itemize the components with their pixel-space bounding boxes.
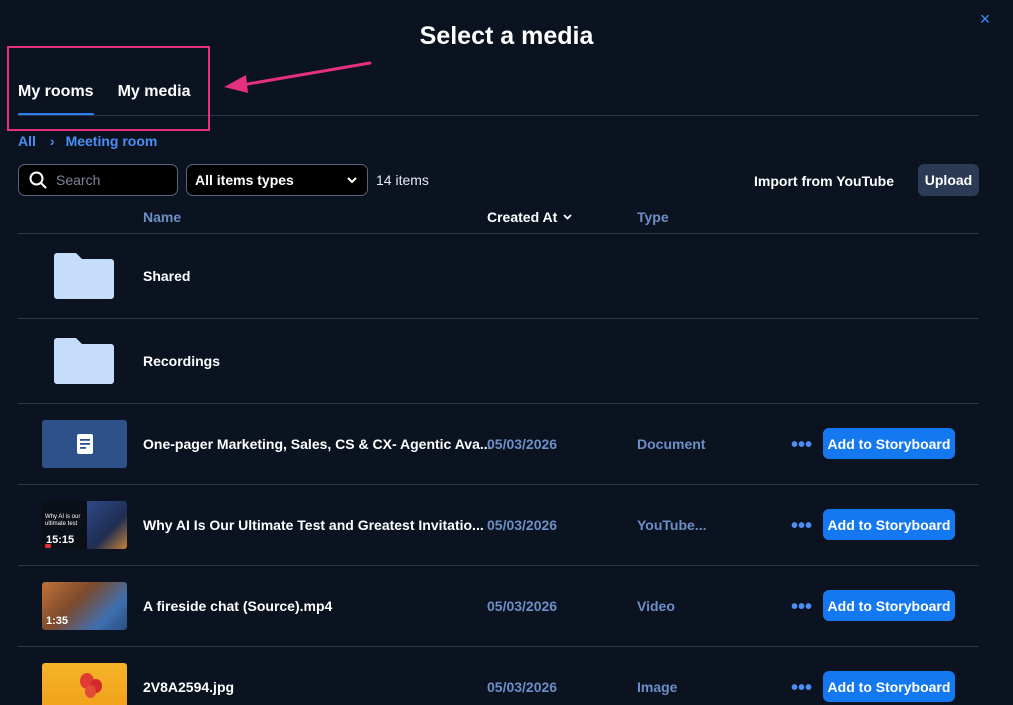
youtube-thumbnail: Why AI is our ultimate test 15:15: [42, 501, 127, 549]
tab-my-media[interactable]: My media: [118, 78, 191, 116]
toolbar: All items types 14 items Import from You…: [18, 164, 979, 196]
row-date: 05/03/2026: [487, 436, 558, 452]
row-type: Video: [637, 598, 675, 614]
row-type: Document: [637, 436, 706, 452]
table-row[interactable]: 2V8A2594.jpg 05/03/2026 Image ••• Add to…: [18, 647, 979, 705]
row-date: 05/03/2026: [487, 517, 558, 533]
folder-icon: [54, 253, 114, 299]
row-name: One-pager Marketing, Sales, CS & CX- Age…: [143, 436, 492, 452]
table-row[interactable]: Recordings: [18, 319, 979, 404]
image-thumbnail: [42, 663, 127, 705]
table-header: Name Created At Type: [18, 207, 979, 234]
search-box[interactable]: [18, 164, 178, 196]
tab-bar: My rooms My media: [18, 78, 191, 116]
chevron-right-icon: ›: [49, 133, 55, 149]
row-type: Image: [637, 679, 678, 695]
duration-badge: 1:35: [46, 615, 69, 627]
item-type-selected: All items types: [195, 172, 294, 188]
column-type[interactable]: Type: [637, 209, 669, 225]
column-created-at-label: Created At: [487, 209, 558, 225]
import-from-youtube-button[interactable]: Import from YouTube: [754, 173, 894, 189]
add-to-storyboard-button[interactable]: Add to Storyboard: [823, 590, 955, 621]
search-input[interactable]: [56, 172, 166, 188]
search-icon: [29, 171, 47, 189]
breadcrumb-meeting-room[interactable]: Meeting room: [66, 133, 158, 149]
row-name: Why AI Is Our Ultimate Test and Greatest…: [143, 517, 484, 533]
sort-chevron-down-icon: [563, 214, 572, 220]
item-count: 14 items: [376, 172, 429, 188]
row-name: Recordings: [143, 353, 221, 369]
chevron-down-icon: [347, 176, 357, 183]
more-options-icon[interactable]: •••: [791, 597, 812, 617]
tab-my-rooms[interactable]: My rooms: [18, 78, 94, 116]
thumbnail-speaker-image: [87, 501, 127, 549]
table-row[interactable]: Shared: [18, 234, 979, 319]
tabs-divider: [18, 115, 979, 116]
upload-button[interactable]: Upload: [918, 164, 979, 196]
row-date: 05/03/2026: [487, 598, 558, 614]
annotation-arrow-icon: [224, 61, 372, 93]
breadcrumb-all[interactable]: All: [18, 133, 36, 149]
add-to-storyboard-button[interactable]: Add to Storyboard: [823, 509, 955, 540]
select-media-dialog: Select a media × My rooms My media All ›…: [0, 0, 1013, 705]
row-date: 05/03/2026: [487, 679, 558, 695]
add-to-storyboard-button[interactable]: Add to Storyboard: [823, 428, 955, 459]
breadcrumb: All › Meeting room: [18, 133, 157, 149]
column-created-at[interactable]: Created At: [487, 209, 572, 225]
video-thumbnail: 1:35: [42, 582, 127, 630]
row-name: Shared: [143, 268, 191, 284]
row-type: YouTube...: [637, 517, 707, 533]
row-name: A fireside chat (Source).mp4: [143, 598, 333, 614]
document-thumbnail: [42, 420, 127, 468]
table-row[interactable]: One-pager Marketing, Sales, CS & CX- Age…: [18, 404, 979, 485]
dialog-title: Select a media: [419, 22, 594, 50]
close-icon[interactable]: ×: [977, 10, 993, 28]
row-name: 2V8A2594.jpg: [143, 679, 235, 695]
folder-icon: [54, 338, 114, 384]
table-row[interactable]: 1:35 A fireside chat (Source).mp4 05/03/…: [18, 566, 979, 647]
add-to-storyboard-button[interactable]: Add to Storyboard: [823, 671, 955, 702]
more-options-icon[interactable]: •••: [791, 678, 812, 698]
balloon-shape: [85, 685, 96, 698]
table-row[interactable]: Why AI is our ultimate test 15:15 Why AI…: [18, 485, 979, 566]
column-name[interactable]: Name: [143, 209, 181, 225]
thumbnail-caption: Why AI is our ultimate test: [45, 514, 81, 527]
more-options-icon[interactable]: •••: [791, 435, 812, 455]
youtube-logo-icon: [45, 544, 51, 548]
item-type-select[interactable]: All items types: [186, 164, 368, 196]
document-icon: [76, 434, 93, 454]
more-options-icon[interactable]: •••: [791, 516, 812, 536]
